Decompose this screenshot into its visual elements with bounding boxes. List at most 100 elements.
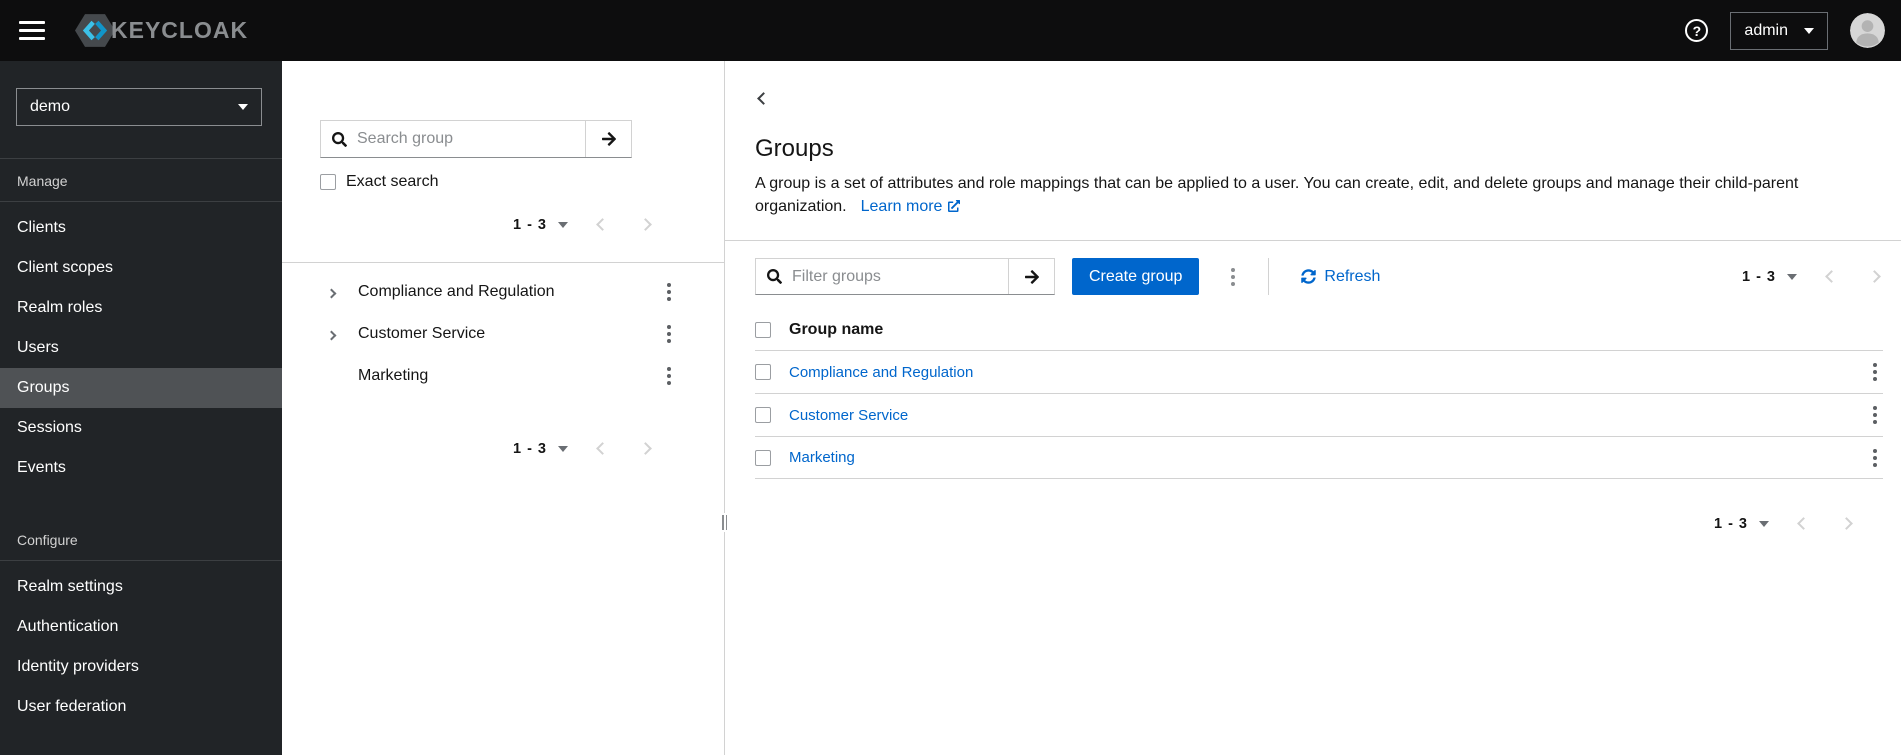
caret-down-icon xyxy=(558,221,568,228)
help-icon[interactable]: ? xyxy=(1685,19,1709,42)
kebab-menu-icon[interactable] xyxy=(661,321,677,347)
sidebar-item-authentication[interactable]: Authentication xyxy=(0,607,282,647)
learn-more-link[interactable]: Learn more xyxy=(861,198,961,215)
sidebar-item-label: Realm roles xyxy=(17,299,103,316)
chevron-left-icon xyxy=(596,218,609,231)
pagination-menu-toggle[interactable]: 1 - 3 xyxy=(513,441,568,457)
group-link[interactable]: Customer Service xyxy=(789,407,908,424)
sidebar-item-sessions[interactable]: Sessions xyxy=(0,408,282,448)
column-header-group-name: Group name xyxy=(789,320,884,338)
create-group-button[interactable]: Create group xyxy=(1072,258,1200,295)
chevron-left-icon xyxy=(1797,517,1810,530)
filter-groups-input[interactable] xyxy=(792,259,1008,294)
pagination-prev-button[interactable] xyxy=(594,437,611,460)
row-checkbox[interactable] xyxy=(755,407,771,423)
collapse-panel-button[interactable] xyxy=(755,89,772,108)
table-row-customer-service: Customer Service xyxy=(755,393,1883,436)
row-kebab-menu-icon[interactable] xyxy=(1867,402,1883,428)
filter-groups-bar xyxy=(755,258,1055,295)
hamburger-menu-icon[interactable] xyxy=(19,21,45,40)
chevron-down-icon xyxy=(238,104,248,110)
row-kebab-menu-icon[interactable] xyxy=(1867,359,1883,385)
pagination-menu-toggle[interactable]: 1 - 3 xyxy=(1742,269,1797,285)
sidebar-item-events[interactable]: Events xyxy=(0,448,282,488)
realm-selector[interactable]: demo xyxy=(16,88,262,126)
search-group-input[interactable] xyxy=(357,121,585,157)
table-pagination-bottom: 1 - 3 xyxy=(755,512,1883,535)
group-link[interactable]: Compliance and Regulation xyxy=(789,364,973,381)
pagination-next-button[interactable] xyxy=(637,437,654,460)
row-kebab-menu-icon[interactable] xyxy=(1867,445,1883,471)
search-icon xyxy=(321,121,357,157)
sidebar-item-identity-providers[interactable]: Identity providers xyxy=(0,647,282,687)
sidebar-item-user-federation[interactable]: User federation xyxy=(0,687,282,727)
sidebar-item-users[interactable]: Users xyxy=(0,328,282,368)
exact-search-checkbox[interactable] xyxy=(320,174,336,190)
toolbar-kebab-menu-icon[interactable] xyxy=(1225,264,1241,290)
chevron-right-icon xyxy=(639,218,652,231)
groups-main-panel: Groups A group is a set of attributes an… xyxy=(725,61,1901,755)
kebab-menu-icon[interactable] xyxy=(661,279,677,305)
external-link-icon xyxy=(948,200,961,212)
caret-down-icon xyxy=(1787,273,1797,280)
row-checkbox[interactable] xyxy=(755,449,771,466)
pagination-next-button[interactable] xyxy=(1838,512,1855,535)
user-menu-label: admin xyxy=(1744,21,1788,39)
realm-selector-value: demo xyxy=(30,98,71,115)
search-submit-button[interactable] xyxy=(585,121,631,157)
caret-down-icon xyxy=(1759,520,1769,527)
sidebar-item-label: Client scopes xyxy=(17,259,114,276)
kebab-menu-icon[interactable] xyxy=(661,363,677,389)
sidebar-nav: demo Manage Clients Client scopes Realm … xyxy=(0,61,282,755)
refresh-icon xyxy=(1301,269,1317,284)
sidebar-item-realm-settings[interactable]: Realm settings xyxy=(0,567,282,607)
sidebar-item-label: Sessions xyxy=(17,419,82,436)
sidebar-item-label: Clients xyxy=(17,219,66,236)
divider xyxy=(1268,258,1270,295)
sidebar-item-clients[interactable]: Clients xyxy=(0,208,282,248)
pagination-prev-button[interactable] xyxy=(1795,512,1812,535)
arrow-right-icon xyxy=(1024,269,1039,284)
filter-submit-button[interactable] xyxy=(1008,259,1054,294)
groups-tree: Compliance and Regulation Customer Servi… xyxy=(282,263,724,397)
table-row-compliance-and-regulation: Compliance and Regulation xyxy=(755,350,1883,393)
groups-tree-panel: Exact search 1 - 3 Compliance and Regula… xyxy=(282,61,728,755)
group-name-link[interactable]: Marketing xyxy=(358,367,428,385)
expand-toggle-icon[interactable] xyxy=(326,327,358,342)
group-name-link[interactable]: Compliance and Regulation xyxy=(358,283,555,301)
chevron-left-icon xyxy=(596,442,609,455)
row-checkbox[interactable] xyxy=(755,364,771,380)
chevron-right-icon xyxy=(1840,517,1853,530)
sidebar-item-client-scopes[interactable]: Client scopes xyxy=(0,248,282,288)
arrow-right-icon xyxy=(601,132,616,146)
pagination-prev-button[interactable] xyxy=(1823,265,1840,288)
pagination-prev-button[interactable] xyxy=(594,213,611,236)
tree-row-customer-service: Customer Service xyxy=(282,313,724,355)
group-name-link[interactable]: Customer Service xyxy=(358,325,485,343)
masthead-actions: ? admin xyxy=(1685,11,1885,50)
pagination-menu-toggle[interactable]: 1 - 3 xyxy=(513,217,568,233)
pagination-range: 1 - 3 xyxy=(1741,268,1776,285)
pagination-next-button[interactable] xyxy=(1866,265,1883,288)
group-search-bar xyxy=(320,120,632,158)
exact-search-label: Exact search xyxy=(346,173,439,190)
expand-toggle-icon[interactable] xyxy=(326,285,358,300)
select-all-checkbox[interactable] xyxy=(755,321,771,338)
sidebar-item-realm-roles[interactable]: Realm roles xyxy=(0,288,282,328)
search-icon xyxy=(756,259,792,294)
sidebar-item-label: Realm settings xyxy=(17,578,123,595)
tree-row-marketing: Marketing xyxy=(282,355,724,397)
avatar[interactable] xyxy=(1850,13,1885,48)
group-link[interactable]: Marketing xyxy=(789,449,855,466)
learn-more-label: Learn more xyxy=(860,198,943,215)
pagination-range: 1 - 3 xyxy=(512,440,547,457)
pagination-menu-toggle[interactable]: 1 - 3 xyxy=(1714,516,1769,532)
chevron-left-icon xyxy=(1825,270,1838,283)
table-pagination-top: 1 - 3 xyxy=(1742,265,1883,288)
pagination-next-button[interactable] xyxy=(637,213,654,236)
chevron-down-icon xyxy=(1804,27,1814,34)
panel-resize-handle[interactable] xyxy=(721,513,728,532)
sidebar-item-groups[interactable]: Groups xyxy=(0,368,282,408)
refresh-button[interactable]: Refresh xyxy=(1301,268,1380,286)
user-menu-dropdown[interactable]: admin xyxy=(1730,11,1828,50)
